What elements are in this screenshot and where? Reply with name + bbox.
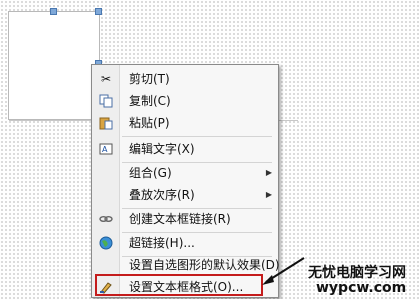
annotation-arrow-icon [262,257,305,285]
menu-item-label: 编辑文字(X) [129,142,195,156]
link-icon [99,212,113,226]
menu-item-copy[interactable]: 复制(C) [92,90,278,112]
menu-item-label: 超链接(H)... [129,236,195,250]
watermark-title: 无忧电脑学习网 [308,265,406,281]
scissors-icon: ✂ [100,72,112,86]
resize-handle-top[interactable] [50,8,57,15]
menu-item-create-link[interactable]: 创建文本框链接(R) [92,208,278,230]
watermark-url: wypcw.com [316,280,407,296]
edit-text-icon: A [99,142,113,156]
menu-item-group[interactable]: 组合(G) ▶ [92,162,278,184]
menu-item-label: 叠放次序(R) [129,188,195,202]
menu-item-edit-text[interactable]: A 编辑文字(X) [92,138,278,160]
copy-icon [99,94,113,108]
menu-item-paste[interactable]: 粘贴(P) [92,112,278,134]
menu-item-hyperlink[interactable]: 超链接(H)... [92,232,278,254]
submenu-arrow-icon: ▶ [265,190,272,199]
menu-item-label: 复制(C) [129,94,171,108]
menu-item-label: 创建文本框链接(R) [129,212,231,226]
paste-icon [99,116,113,130]
submenu-arrow-icon: ▶ [265,168,272,177]
menu-item-set-default-shape[interactable]: 设置自选图形的默认效果(D) [92,254,280,276]
highlight-box [95,274,263,296]
selected-textbox[interactable] [8,11,100,120]
context-menu: ✂ 剪切(T) 复制(C) 粘贴(P) A 编辑文字(X) 组合(G) ▶ 叠放… [91,64,280,298]
menu-item-cut[interactable]: ✂ 剪切(T) [92,68,278,90]
menu-item-label: 剪切(T) [129,72,170,86]
svg-text:A: A [102,145,108,154]
menu-item-label: 粘贴(P) [129,116,170,130]
menu-item-order[interactable]: 叠放次序(R) ▶ [92,184,278,206]
menu-item-label: 组合(G) [129,166,172,180]
resize-handle-top-right[interactable] [95,8,102,15]
menu-separator [122,136,272,137]
globe-icon [99,236,113,250]
